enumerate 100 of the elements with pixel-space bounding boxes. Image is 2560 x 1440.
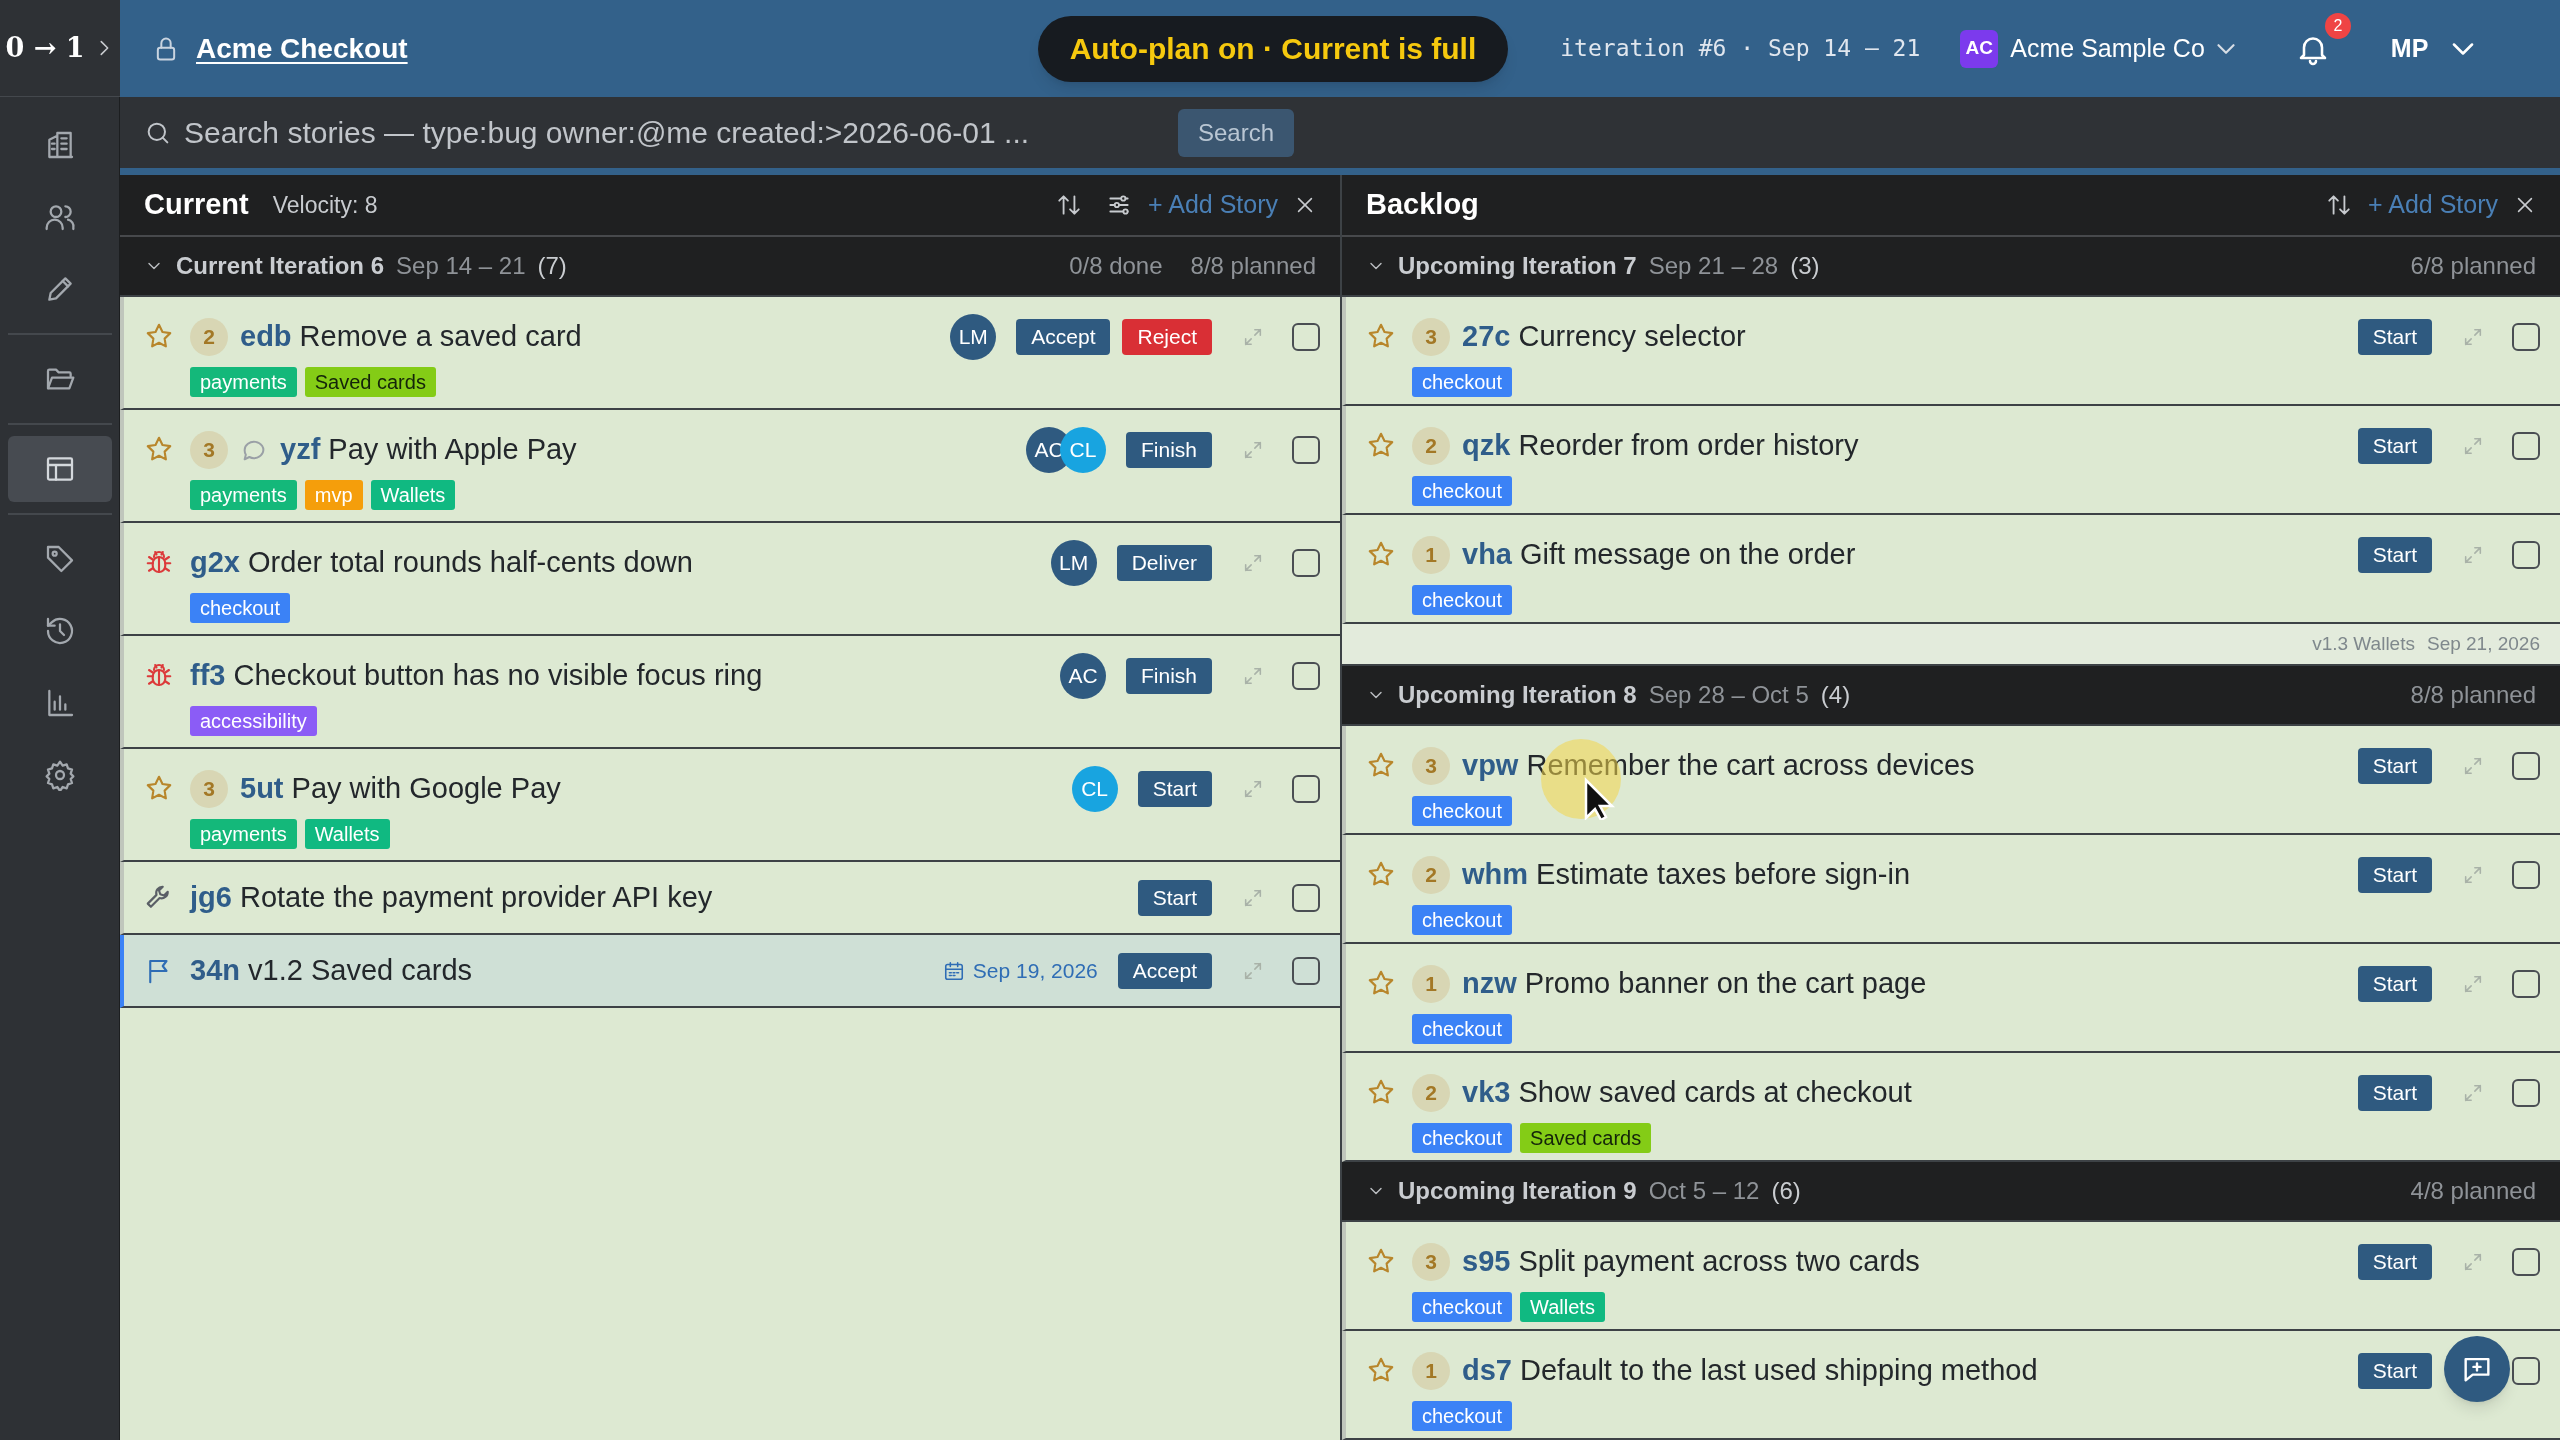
iteration-header[interactable]: Upcoming Iteration 7 Sep 21 – 28 (3) 6/8 planned bbox=[1342, 237, 2560, 297]
sidebar-item[interactable] bbox=[7, 436, 112, 502]
add-story-button[interactable]: + Add Story bbox=[1148, 186, 1278, 224]
story-row[interactable]: 34n v1.2 Saved cards Sep 19, 2026 Accept bbox=[120, 935, 1340, 1008]
story-title[interactable]: ff3 Checkout button has no visible focus ring bbox=[190, 654, 763, 698]
story-title[interactable]: 34n v1.2 Saved cards bbox=[190, 948, 473, 993]
calendar-icon bbox=[942, 959, 965, 982]
select-checkbox[interactable] bbox=[2512, 323, 2540, 351]
select-checkbox[interactable] bbox=[2512, 432, 2540, 460]
action-button[interactable]: Finish bbox=[1125, 658, 1212, 694]
story-title[interactable]: jg6 Rotate the payment provider API key bbox=[190, 875, 713, 920]
story-row[interactable]: 3 s95 Split payment across two cards checkout Wallets Start bbox=[1342, 1222, 2560, 1331]
story-title[interactable]: qzk Reorder from order history bbox=[1462, 424, 1859, 468]
label-tag[interactable]: checkout bbox=[190, 593, 291, 623]
select-checkbox[interactable] bbox=[1292, 662, 1320, 690]
action-button[interactable]: Accept bbox=[1016, 319, 1111, 355]
action-button[interactable]: Start bbox=[1137, 879, 1212, 916]
action-button[interactable]: Start bbox=[2357, 857, 2432, 893]
story-row[interactable]: 1 nzw Promo banner on the cart page checkout Start bbox=[1342, 944, 2560, 1053]
story-row[interactable]: 3 27c Currency selector checkout Start bbox=[1342, 297, 2560, 406]
story-row[interactable]: 2 vk3 Show saved cards at checkout checkout Saved cards Start bbox=[1342, 1053, 2560, 1162]
user-menu[interactable]: MP bbox=[2390, 29, 2475, 68]
project-link[interactable]: Acme Checkout bbox=[196, 27, 408, 70]
story-row[interactable]: jg6 Rotate the payment provider API key Start bbox=[120, 862, 1340, 935]
velocity-label: Velocity: 8 bbox=[272, 190, 378, 220]
add-story-button[interactable]: + Add Story bbox=[2368, 186, 2498, 224]
story-row[interactable]: 1 ds7 Default to the last used shipping method checkout Start bbox=[1342, 1331, 2560, 1440]
story-title[interactable]: 27c Currency selector bbox=[1462, 315, 1746, 359]
label-tag[interactable]: checkout bbox=[1412, 1123, 1513, 1153]
label-tag[interactable]: checkout bbox=[1412, 585, 1513, 615]
story-title[interactable]: edb Remove a saved card bbox=[240, 315, 582, 359]
story-title[interactable]: s95 Split payment across two cards bbox=[1462, 1240, 1920, 1284]
search-button[interactable]: Search bbox=[1178, 108, 1295, 157]
select-checkbox[interactable] bbox=[2512, 752, 2540, 780]
select-checkbox[interactable] bbox=[1292, 775, 1320, 803]
story-title[interactable]: yzf Pay with Apple Pay bbox=[280, 428, 577, 472]
action-button[interactable]: Start bbox=[2357, 1244, 2432, 1280]
story-title[interactable]: ds7 Default to the last used shipping method bbox=[1462, 1349, 2038, 1393]
action-button[interactable]: Start bbox=[2357, 966, 2432, 1002]
story-row[interactable]: g2x Order total rounds half-cents down checkout LM Deliver bbox=[120, 523, 1340, 636]
story-title[interactable]: whm Estimate taxes before sign-in bbox=[1462, 853, 1911, 897]
select-checkbox[interactable] bbox=[1292, 956, 1320, 985]
story-row[interactable]: 3 vpw Remember the cart across devices checkout Start bbox=[1342, 726, 2560, 835]
select-checkbox[interactable] bbox=[2512, 1357, 2540, 1385]
story-title[interactable]: vpw Remember the cart across devices bbox=[1462, 744, 1975, 788]
label-tag[interactable]: checkout bbox=[1412, 476, 1513, 506]
select-checkbox[interactable] bbox=[2512, 1248, 2540, 1276]
action-button[interactable]: Start bbox=[2357, 1353, 2432, 1389]
label-tag[interactable]: checkout bbox=[1412, 1292, 1513, 1322]
action-button[interactable]: Start bbox=[2357, 537, 2432, 573]
search-field[interactable]: Search stories — type:bug owner:@me created:>2026-06-01 ... bbox=[144, 107, 1154, 158]
action-button[interactable]: Start bbox=[2357, 1075, 2432, 1111]
iteration-header[interactable]: Upcoming Iteration 8 Sep 28 – Oct 5 (4) 8/8 planned bbox=[1342, 666, 2560, 726]
story-row[interactable]: 3 yzf Pay with Apple Pay payments mvp Wallets AC CL Finish bbox=[120, 410, 1340, 523]
story-row[interactable]: 3 5ut Pay with Google Pay payments Wallets CL Start bbox=[120, 749, 1340, 862]
sort-icon[interactable] bbox=[1056, 192, 1083, 218]
story-count: (7) bbox=[537, 251, 567, 281]
select-checkbox[interactable] bbox=[1292, 549, 1320, 577]
label-tag[interactable]: Saved cards bbox=[304, 367, 436, 397]
action-button[interactable]: Reject bbox=[1122, 319, 1212, 355]
story-title[interactable]: vha Gift message on the order bbox=[1462, 533, 1856, 577]
action-button[interactable]: Deliver bbox=[1116, 545, 1212, 581]
label-tag[interactable]: checkout bbox=[1412, 1014, 1513, 1044]
select-checkbox[interactable] bbox=[2512, 1079, 2540, 1107]
story-title[interactable]: g2x Order total rounds half-cents down bbox=[190, 541, 693, 585]
sort-icon[interactable] bbox=[2326, 192, 2353, 218]
iteration-title: Current Iteration 6 bbox=[176, 251, 385, 281]
story-title[interactable]: 5ut Pay with Google Pay bbox=[240, 767, 561, 811]
action-button[interactable]: Finish bbox=[1125, 432, 1212, 468]
select-checkbox[interactable] bbox=[2512, 861, 2540, 889]
iteration-title: Upcoming Iteration 9 bbox=[1398, 1176, 1637, 1206]
label-tag[interactable]: checkout bbox=[1412, 1401, 1513, 1431]
story-row[interactable]: 2 qzk Reorder from order history checkout Start bbox=[1342, 406, 2560, 515]
story-row[interactable]: 2 edb Remove a saved card payments Saved cards LM Accept Reject bbox=[120, 297, 1340, 410]
label-tag[interactable]: accessibility bbox=[190, 706, 317, 736]
iteration-header[interactable]: Upcoming Iteration 9 Oct 5 – 12 (6) 4/8 planned bbox=[1342, 1162, 2560, 1222]
action-button[interactable]: Accept bbox=[1117, 952, 1212, 989]
select-checkbox[interactable] bbox=[1292, 436, 1320, 464]
notification-badge: 2 bbox=[2324, 12, 2351, 39]
story-row[interactable]: 2 whm Estimate taxes before sign-in checkout Start bbox=[1342, 835, 2560, 944]
action-button[interactable]: Start bbox=[1137, 771, 1212, 807]
action-button[interactable]: Start bbox=[2357, 428, 2432, 464]
select-checkbox[interactable] bbox=[1292, 323, 1320, 351]
action-button[interactable]: Start bbox=[2357, 319, 2432, 355]
label-tag[interactable]: checkout bbox=[1412, 905, 1513, 935]
story-title[interactable]: vk3 Show saved cards at checkout bbox=[1462, 1071, 1912, 1115]
story-title[interactable]: nzw Promo banner on the cart page bbox=[1462, 962, 1927, 1006]
label-tag[interactable]: checkout bbox=[1412, 367, 1513, 397]
select-checkbox[interactable] bbox=[2512, 541, 2540, 569]
iteration-header[interactable]: Current Iteration 6 Sep 14 – 21 (7) 0/8 done 8/8 planned bbox=[120, 237, 1340, 297]
story-row[interactable]: 1 vha Gift message on the order checkout Start bbox=[1342, 515, 2560, 624]
action-button[interactable]: Start bbox=[2357, 748, 2432, 784]
label-tag[interactable]: checkout bbox=[1412, 796, 1513, 826]
org-switcher[interactable]: AC Acme Sample Co bbox=[1960, 29, 2235, 68]
brand-logo[interactable]: 0 → 1 bbox=[0, 0, 120, 97]
planned-count: 8/8 planned bbox=[1190, 251, 1316, 281]
label-tag[interactable]: Saved cards bbox=[1520, 1123, 1652, 1153]
select-checkbox[interactable] bbox=[2512, 970, 2540, 998]
select-checkbox[interactable] bbox=[1292, 883, 1320, 912]
story-row[interactable]: ff3 Checkout button has no visible focus ring accessibility AC Finish bbox=[120, 636, 1340, 749]
